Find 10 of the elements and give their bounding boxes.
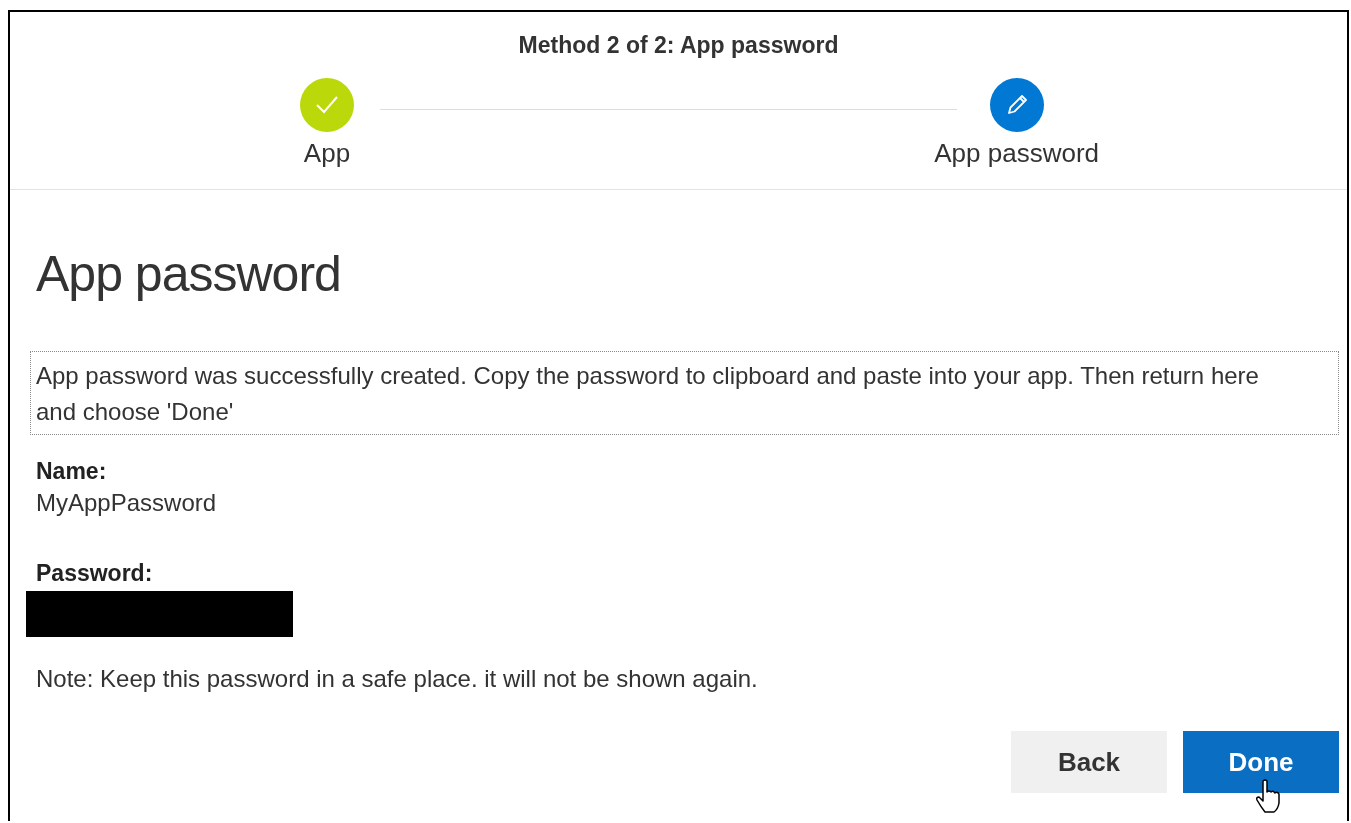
field-label: Name:	[36, 458, 108, 485]
field-label: Password:	[36, 560, 154, 587]
step-label: App	[303, 138, 351, 169]
step-label: App password	[934, 138, 1099, 169]
success-message: App password was successfully created. Copy the password to clipboard and paste into your app. Then return here and choose 'Done'	[30, 351, 1339, 435]
back-button[interactable]: Back	[1011, 731, 1167, 793]
page-heading: App password	[36, 245, 342, 303]
note-text: Note: Keep this password in a safe place. it will not be shown again.	[36, 665, 759, 693]
field-value: MyAppPassword	[36, 489, 218, 517]
wizard-title: Method 2 of 2: App password	[517, 32, 840, 60]
